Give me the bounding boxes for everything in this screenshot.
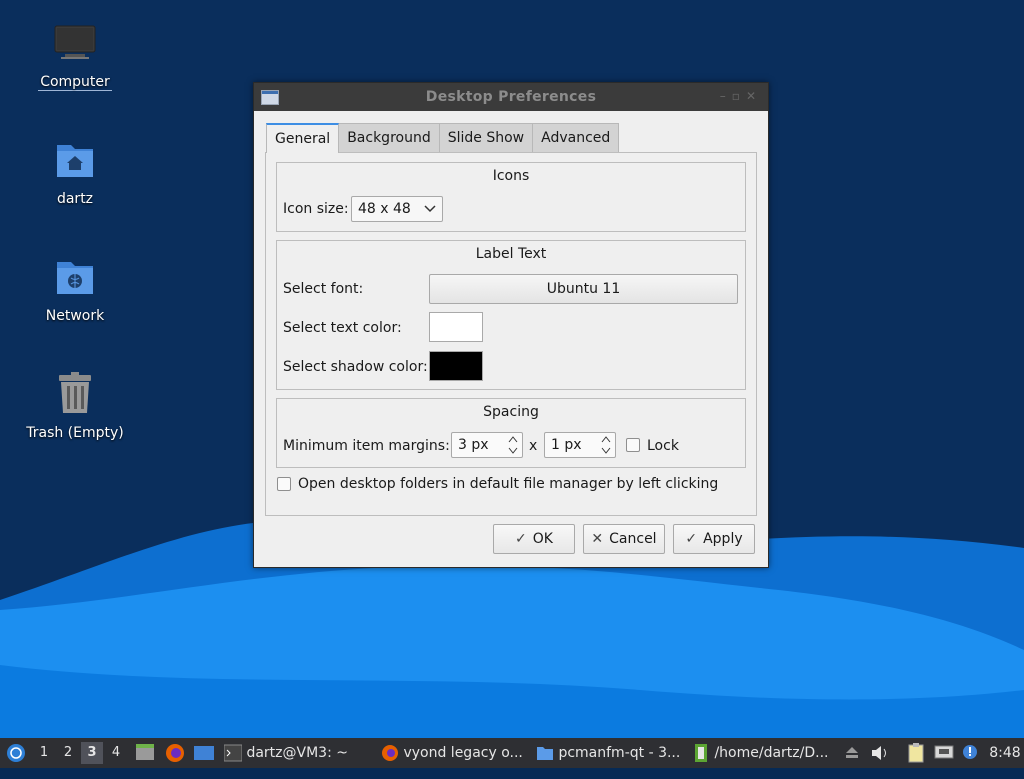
group-title-label-text: Label Text xyxy=(475,246,547,262)
icon-size-label: Icon size: xyxy=(283,201,349,217)
app-menu-button[interactable] xyxy=(5,738,27,768)
workspace-2[interactable]: 2 xyxy=(57,742,79,764)
speaker-icon xyxy=(872,746,886,760)
firefox-launcher[interactable] xyxy=(164,738,186,768)
icon-size-select[interactable]: 48 x 48 xyxy=(351,196,443,222)
task-text-editor[interactable]: /home/dartz/D... xyxy=(692,740,834,766)
dialog-titlebar[interactable]: Desktop Preferences –▫✕ xyxy=(254,83,768,111)
task-label: /home/dartz/D... xyxy=(714,745,829,761)
network-folder-icon xyxy=(51,254,99,302)
taskbar: 1 2 3 4 dartz@VM3: ~ vyond legacy o... p… xyxy=(0,738,1024,768)
group-title-icons: Icons xyxy=(492,168,530,184)
firefox-icon xyxy=(166,744,184,762)
lock-label: Lock xyxy=(647,438,679,454)
tab-background[interactable]: Background xyxy=(338,123,440,152)
select-text-color-label: Select text color: xyxy=(283,320,402,336)
cancel-button-label: Cancel xyxy=(609,531,657,547)
chevron-down-icon xyxy=(424,205,436,213)
task-label: pcmanfm-qt - 3... xyxy=(558,745,681,761)
task-label: vyond legacy o... xyxy=(403,745,523,761)
margin-y-spinbox[interactable]: 1 px xyxy=(544,432,616,458)
apply-button-label: Apply xyxy=(703,531,743,547)
spin-arrows-icon[interactable] xyxy=(600,434,612,456)
spacing-group: Spacing Minimum item margins: 3 px x 1 p… xyxy=(276,398,746,468)
update-notification-icon xyxy=(963,745,977,759)
icon-size-value: 48 x 48 xyxy=(358,201,411,217)
open-folders-checkbox[interactable] xyxy=(277,477,291,491)
eject-button[interactable] xyxy=(843,738,861,768)
margin-x-spinbox[interactable]: 3 px xyxy=(451,432,523,458)
task-pcmanfm[interactable]: pcmanfm-qt - 3... xyxy=(536,740,684,766)
task-terminal[interactable]: dartz@VM3: ~ xyxy=(224,740,374,766)
text-color-swatch-button[interactable] xyxy=(429,312,483,342)
check-icon: ✓ xyxy=(685,531,698,547)
desktop-icon-label: Computer xyxy=(38,74,112,91)
tab-general[interactable]: General xyxy=(266,123,340,153)
cancel-button[interactable]: ✕ Cancel xyxy=(583,524,665,554)
icons-group: Icons Icon size: 48 x 48 xyxy=(276,162,746,232)
network-status-button[interactable] xyxy=(933,738,955,768)
firefox-icon xyxy=(382,745,398,761)
desktop-icon-label: dartz xyxy=(56,191,94,207)
desktop-icon-home-folder[interactable]: dartz xyxy=(20,137,130,207)
tab-advanced[interactable]: Advanced xyxy=(532,123,620,152)
computer-icon xyxy=(51,20,99,68)
desktop-preferences-dialog: Desktop Preferences –▫✕ General Backgrou… xyxy=(253,82,769,568)
spin-arrows-icon[interactable] xyxy=(507,434,519,456)
terminal-icon xyxy=(224,744,242,762)
desktop-launcher[interactable] xyxy=(193,738,215,768)
apply-button[interactable]: ✓ Apply xyxy=(673,524,755,554)
clipboard-button[interactable] xyxy=(906,738,926,768)
margin-separator: x xyxy=(529,438,538,454)
general-tab-page: Icons Icon size: 48 x 48 Label Text Sele… xyxy=(265,152,757,516)
margin-x-value: 3 px xyxy=(458,437,489,453)
show-desktop-button[interactable] xyxy=(134,738,156,768)
lock-checkbox[interactable] xyxy=(626,438,640,452)
task-firefox[interactable]: vyond legacy o... xyxy=(381,740,529,766)
eject-icon xyxy=(846,747,858,758)
select-shadow-color-label: Select shadow color: xyxy=(283,359,428,375)
desktop-icon-computer[interactable]: Computer xyxy=(20,20,130,91)
desktop-icon-network[interactable]: Network xyxy=(20,254,130,324)
minimum-item-margins-label: Minimum item margins: xyxy=(283,438,450,454)
volume-button[interactable] xyxy=(870,738,890,768)
dialog-title: Desktop Preferences xyxy=(425,89,597,105)
home-folder-icon xyxy=(51,137,99,185)
margin-y-value: 1 px xyxy=(551,437,582,453)
workspace-4[interactable]: 4 xyxy=(105,742,127,764)
task-label: dartz@VM3: ~ xyxy=(246,745,348,761)
trash-icon xyxy=(51,371,99,419)
tab-slide-show[interactable]: Slide Show xyxy=(438,123,534,152)
file-manager-launcher-icon xyxy=(136,744,154,760)
update-notifier-button[interactable] xyxy=(961,738,981,768)
font-select-button[interactable]: Ubuntu 11 xyxy=(429,274,738,304)
network-wired-icon xyxy=(934,745,954,759)
select-font-label: Select font: xyxy=(283,281,364,297)
ok-button[interactable]: ✓ OK xyxy=(493,524,575,554)
desktop-icon-label: Network xyxy=(45,308,105,324)
workspace-1[interactable]: 1 xyxy=(33,742,55,764)
check-icon: ✓ xyxy=(515,531,527,547)
desktop-icon-label: Trash (Empty) xyxy=(26,425,124,441)
tab-bar: General Background Slide Show Advanced xyxy=(266,123,620,153)
group-title-spacing: Spacing xyxy=(483,404,539,420)
window-controls: –▫✕ xyxy=(720,89,762,103)
desktop-icon xyxy=(194,746,214,760)
desktop-icon-trash[interactable]: Trash (Empty) xyxy=(20,371,130,441)
label-text-group: Label Text Select font: Ubuntu 11 Select… xyxy=(276,240,746,390)
lubuntu-logo-icon xyxy=(7,744,25,762)
clock[interactable]: 8:48 xyxy=(989,738,1021,768)
clipboard-icon xyxy=(908,743,924,763)
open-folders-label: Open desktop folders in default file man… xyxy=(298,476,719,492)
ok-button-label: OK xyxy=(532,531,553,547)
text-editor-icon xyxy=(695,744,707,762)
folder-icon xyxy=(537,747,553,760)
minimize-icon[interactable]: – xyxy=(720,89,732,103)
close-icon[interactable]: ✕ xyxy=(746,89,762,103)
workspace-3[interactable]: 3 xyxy=(81,742,103,764)
cancel-x-icon: ✕ xyxy=(591,531,604,547)
maximize-icon[interactable]: ▫ xyxy=(732,89,746,103)
shadow-color-swatch-button[interactable] xyxy=(429,351,483,381)
